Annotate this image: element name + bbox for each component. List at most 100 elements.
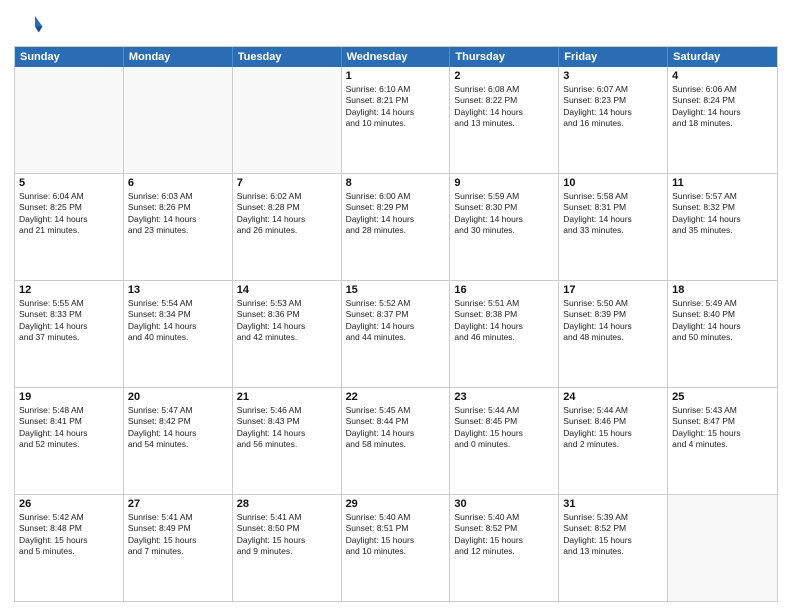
day-number: 30 (454, 498, 554, 510)
weekday-header-saturday: Saturday (668, 47, 777, 67)
calendar-cell: 11Sunrise: 5:57 AM Sunset: 8:32 PM Dayli… (668, 174, 777, 280)
calendar-cell: 5 Sunrise: 6:04 AM Sunset: 8:25 PM Daylig… (15, 174, 124, 280)
day-number: 21 (237, 391, 337, 403)
calendar-cell: 1Sunrise: 6:10 AM Sunset: 8:21 PM Daylig… (342, 67, 451, 173)
day-number: 6 (128, 177, 228, 189)
cell-info-text: Sunrise: 6:08 AM Sunset: 8:22 PM Dayligh… (454, 84, 554, 130)
cell-info-text: Sunrise: 5:48 AM Sunset: 8:41 PM Dayligh… (19, 405, 119, 451)
calendar-cell: 2 Sunrise: 6:08 AM Sunset: 8:22 PM Daylig… (450, 67, 559, 173)
cell-info-text: Sunrise: 5:52 AM Sunset: 8:37 PM Dayligh… (346, 298, 446, 344)
day-number: 25 (672, 391, 773, 403)
calendar-cell: 3 Sunrise: 6:07 AM Sunset: 8:23 PM Daylig… (559, 67, 668, 173)
day-number: 12 (19, 284, 119, 296)
cell-info-text: Sunrise: 5:41 AM Sunset: 8:49 PM Dayligh… (128, 512, 228, 558)
day-number: 22 (346, 391, 446, 403)
day-number: 7 (237, 177, 337, 189)
calendar-cell: 10 Sunrise: 5:58 AM Sunset: 8:31 PM Dayli… (559, 174, 668, 280)
cell-info-text: Sunrise: 5:39 AM Sunset: 8:52 PM Dayligh… (563, 512, 663, 558)
day-number: 17 (563, 284, 663, 296)
cell-info-text: Sunrise: 5:41 AM Sunset: 8:50 PM Dayligh… (237, 512, 337, 558)
weekday-header-tuesday: Tuesday (233, 47, 342, 67)
header (14, 10, 778, 40)
calendar-row-4: 19 Sunrise: 5:48 AM Sunset: 8:41 PM Dayli… (15, 387, 777, 494)
weekday-header-wednesday: Wednesday (342, 47, 451, 67)
cell-info-text: Sunrise: 5:49 AM Sunset: 8:40 PM Dayligh… (672, 298, 773, 344)
calendar-cell: 23 Sunrise: 5:44 AM Sunset: 8:45 PM Dayli… (450, 388, 559, 494)
day-number: 4 (672, 70, 773, 82)
day-number: 16 (454, 284, 554, 296)
day-number: 9 (454, 177, 554, 189)
cell-info-text: Sunrise: 5:42 AM Sunset: 8:48 PM Dayligh… (19, 512, 119, 558)
calendar-cell: 26 Sunrise: 5:42 AM Sunset: 8:48 PM Dayli… (15, 495, 124, 601)
day-number: 26 (19, 498, 119, 510)
calendar-cell: 22 Sunrise: 5:45 AM Sunset: 8:44 PM Dayli… (342, 388, 451, 494)
page: SundayMondayTuesdayWednesdayThursdayFrid… (0, 0, 792, 612)
day-number: 18 (672, 284, 773, 296)
cell-info-text: Sunrise: 5:55 AM Sunset: 8:33 PM Dayligh… (19, 298, 119, 344)
day-number: 8 (346, 177, 446, 189)
calendar-row-1: 1Sunrise: 6:10 AM Sunset: 8:21 PM Daylig… (15, 67, 777, 173)
logo (14, 10, 48, 40)
day-number: 29 (346, 498, 446, 510)
calendar-body: 1Sunrise: 6:10 AM Sunset: 8:21 PM Daylig… (15, 67, 777, 601)
cell-info-text: Sunrise: 5:54 AM Sunset: 8:34 PM Dayligh… (128, 298, 228, 344)
day-number: 10 (563, 177, 663, 189)
calendar-cell: 13Sunrise: 5:54 AM Sunset: 8:34 PM Dayli… (124, 281, 233, 387)
calendar-cell: 16 Sunrise: 5:51 AM Sunset: 8:38 PM Dayli… (450, 281, 559, 387)
day-number: 31 (563, 498, 663, 510)
day-number: 24 (563, 391, 663, 403)
cell-info-text: Sunrise: 6:06 AM Sunset: 8:24 PM Dayligh… (672, 84, 773, 130)
calendar-cell: 12 Sunrise: 5:55 AM Sunset: 8:33 PM Dayli… (15, 281, 124, 387)
day-number: 2 (454, 70, 554, 82)
cell-info-text: Sunrise: 5:46 AM Sunset: 8:43 PM Dayligh… (237, 405, 337, 451)
cell-info-text: Sunrise: 5:44 AM Sunset: 8:45 PM Dayligh… (454, 405, 554, 451)
calendar-cell (15, 67, 124, 173)
day-number: 11 (672, 177, 773, 189)
calendar-cell: 21 Sunrise: 5:46 AM Sunset: 8:43 PM Dayli… (233, 388, 342, 494)
cell-info-text: Sunrise: 6:03 AM Sunset: 8:26 PM Dayligh… (128, 191, 228, 237)
cell-info-text: Sunrise: 6:04 AM Sunset: 8:25 PM Dayligh… (19, 191, 119, 237)
calendar-cell: 25 Sunrise: 5:43 AM Sunset: 8:47 PM Dayli… (668, 388, 777, 494)
day-number: 23 (454, 391, 554, 403)
cell-info-text: Sunrise: 5:40 AM Sunset: 8:52 PM Dayligh… (454, 512, 554, 558)
calendar-row-3: 12 Sunrise: 5:55 AM Sunset: 8:33 PM Dayli… (15, 280, 777, 387)
day-number: 20 (128, 391, 228, 403)
calendar-cell: 18 Sunrise: 5:49 AM Sunset: 8:40 PM Dayli… (668, 281, 777, 387)
calendar-cell: 29Sunrise: 5:40 AM Sunset: 8:51 PM Dayli… (342, 495, 451, 601)
cell-info-text: Sunrise: 6:02 AM Sunset: 8:28 PM Dayligh… (237, 191, 337, 237)
cell-info-text: Sunrise: 6:07 AM Sunset: 8:23 PM Dayligh… (563, 84, 663, 130)
day-number: 5 (19, 177, 119, 189)
calendar-cell: 24 Sunrise: 5:44 AM Sunset: 8:46 PM Dayli… (559, 388, 668, 494)
cell-info-text: Sunrise: 5:43 AM Sunset: 8:47 PM Dayligh… (672, 405, 773, 451)
cell-info-text: Sunrise: 5:45 AM Sunset: 8:44 PM Dayligh… (346, 405, 446, 451)
day-number: 19 (19, 391, 119, 403)
calendar-cell: 30 Sunrise: 5:40 AM Sunset: 8:52 PM Dayli… (450, 495, 559, 601)
calendar: SundayMondayTuesdayWednesdayThursdayFrid… (14, 46, 778, 602)
calendar-cell: 14Sunrise: 5:53 AM Sunset: 8:36 PM Dayli… (233, 281, 342, 387)
calendar-cell: 28 Sunrise: 5:41 AM Sunset: 8:50 PM Dayli… (233, 495, 342, 601)
cell-info-text: Sunrise: 5:58 AM Sunset: 8:31 PM Dayligh… (563, 191, 663, 237)
calendar-cell: 4 Sunrise: 6:06 AM Sunset: 8:24 PM Daylig… (668, 67, 777, 173)
cell-info-text: Sunrise: 5:59 AM Sunset: 8:30 PM Dayligh… (454, 191, 554, 237)
day-number: 27 (128, 498, 228, 510)
cell-info-text: Sunrise: 5:51 AM Sunset: 8:38 PM Dayligh… (454, 298, 554, 344)
calendar-cell: 20 Sunrise: 5:47 AM Sunset: 8:42 PM Dayli… (124, 388, 233, 494)
calendar-cell: 19 Sunrise: 5:48 AM Sunset: 8:41 PM Dayli… (15, 388, 124, 494)
cell-info-text: Sunrise: 5:47 AM Sunset: 8:42 PM Dayligh… (128, 405, 228, 451)
cell-info-text: Sunrise: 6:00 AM Sunset: 8:29 PM Dayligh… (346, 191, 446, 237)
calendar-cell (668, 495, 777, 601)
calendar-cell: 17Sunrise: 5:50 AM Sunset: 8:39 PM Dayli… (559, 281, 668, 387)
day-number: 15 (346, 284, 446, 296)
day-number: 14 (237, 284, 337, 296)
logo-icon (14, 10, 44, 40)
calendar-cell: 7 Sunrise: 6:02 AM Sunset: 8:28 PM Daylig… (233, 174, 342, 280)
calendar-cell: 15 Sunrise: 5:52 AM Sunset: 8:37 PM Dayli… (342, 281, 451, 387)
calendar-header: SundayMondayTuesdayWednesdayThursdayFrid… (15, 47, 777, 67)
day-number: 28 (237, 498, 337, 510)
day-number: 1 (346, 70, 446, 82)
day-number: 3 (563, 70, 663, 82)
calendar-cell: 8 Sunrise: 6:00 AM Sunset: 8:29 PM Daylig… (342, 174, 451, 280)
cell-info-text: Sunrise: 5:44 AM Sunset: 8:46 PM Dayligh… (563, 405, 663, 451)
weekday-header-thursday: Thursday (450, 47, 559, 67)
calendar-row-2: 5 Sunrise: 6:04 AM Sunset: 8:25 PM Daylig… (15, 173, 777, 280)
